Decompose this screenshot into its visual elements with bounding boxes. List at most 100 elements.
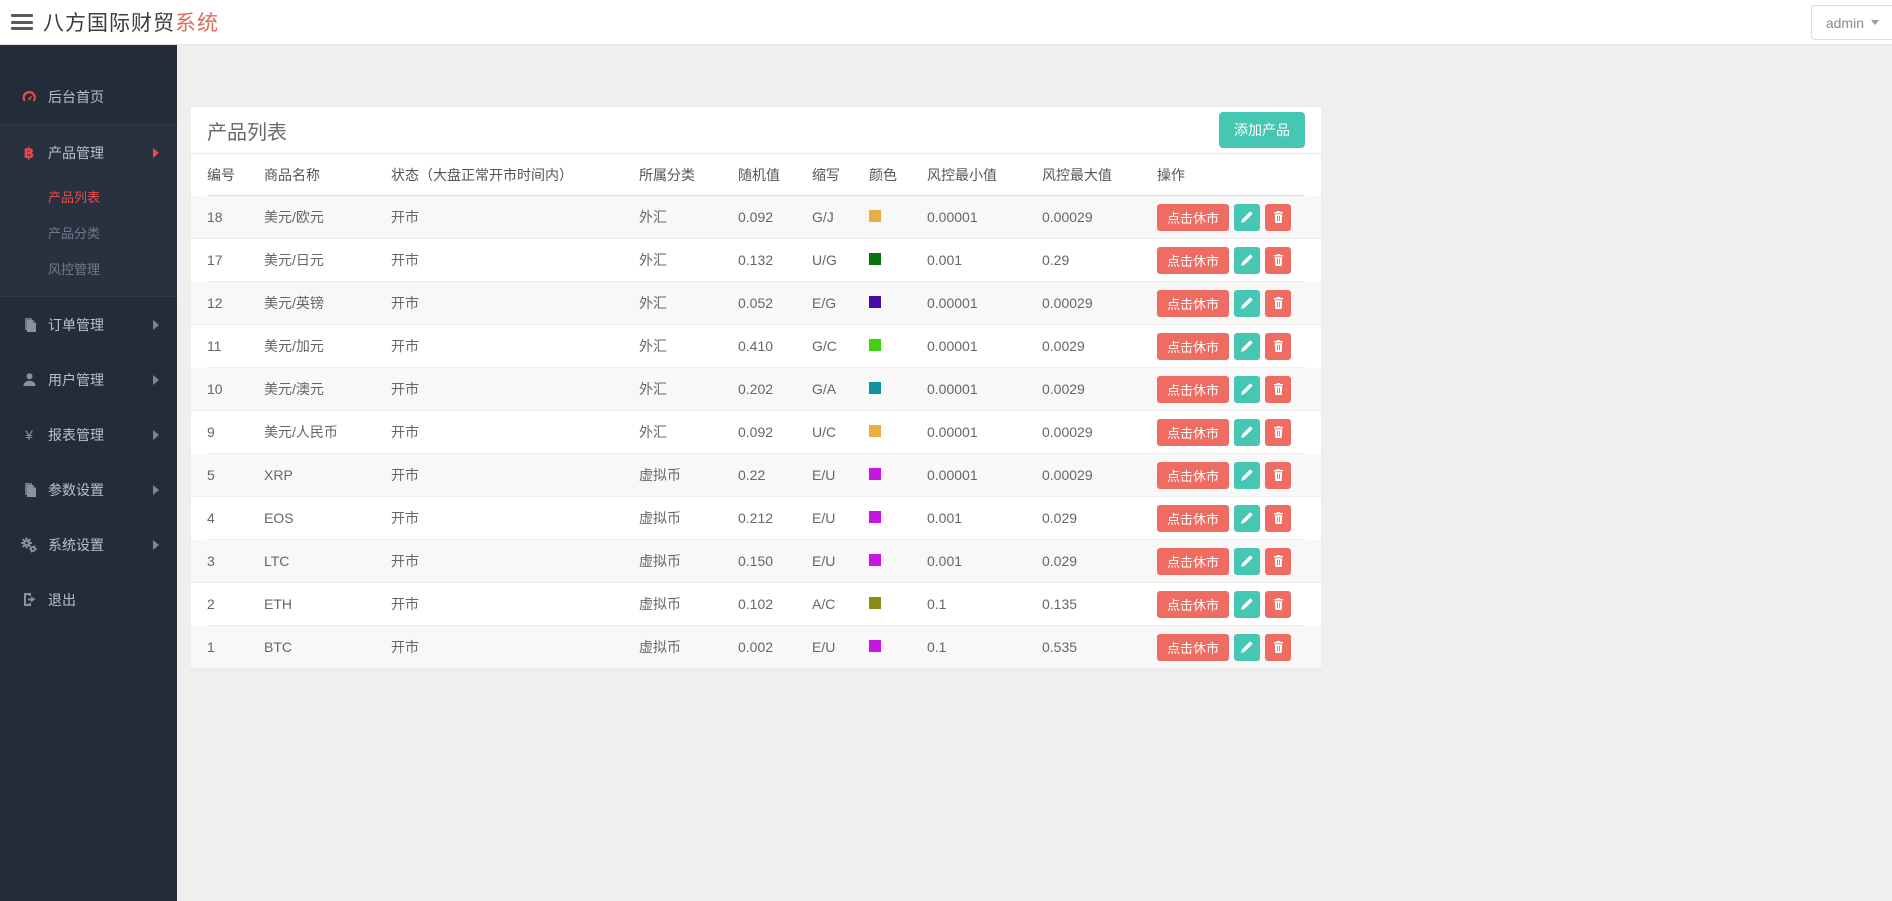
delete-button[interactable]	[1265, 332, 1292, 360]
gears-icon	[18, 537, 40, 553]
chevron-right-icon	[153, 539, 159, 550]
close-market-button[interactable]: 点击休市	[1157, 547, 1230, 575]
row-actions: 点击休市	[1157, 461, 1305, 489]
close-market-button[interactable]: 点击休市	[1157, 504, 1230, 532]
delete-button[interactable]	[1265, 461, 1292, 489]
trash-icon	[1273, 297, 1283, 309]
product-status: 开市	[391, 467, 419, 483]
sidebar-item-dashboard[interactable]: 后台首页	[0, 69, 177, 124]
close-market-button[interactable]: 点击休市	[1157, 633, 1230, 661]
chevron-right-icon	[153, 147, 159, 158]
close-market-button[interactable]: 点击休市	[1157, 375, 1230, 403]
table-row: 9 美元/人民币 开市 外汇 0.092 U/C 0.00001 0.00029…	[207, 411, 1305, 454]
risk-max-value: 0.00029	[1042, 295, 1093, 311]
table-row: 2 ETH 开市 虚拟币 0.102 A/C 0.1 0.135 点击休市	[207, 583, 1305, 626]
sidebar-item-parameters[interactable]: 参数设置	[0, 462, 177, 517]
risk-max-value: 0.00029	[1042, 209, 1093, 225]
sidebar-item-product-management[interactable]: ฿ 产品管理	[0, 125, 177, 180]
delete-button[interactable]	[1265, 203, 1292, 231]
trash-icon	[1273, 340, 1283, 352]
hamburger-menu-icon[interactable]	[11, 14, 33, 30]
close-market-button[interactable]: 点击休市	[1157, 590, 1230, 618]
random-value: 0.150	[738, 553, 774, 569]
close-market-button[interactable]: 点击休市	[1157, 418, 1230, 446]
product-category: 外汇	[639, 381, 667, 397]
product-status: 开市	[391, 338, 419, 354]
product-id: 11	[207, 338, 222, 354]
trash-icon	[1273, 555, 1283, 567]
edit-button[interactable]	[1234, 289, 1261, 317]
edit-button[interactable]	[1234, 332, 1261, 360]
product-status: 开市	[391, 252, 419, 268]
sidebar-item-users[interactable]: 用户管理	[0, 352, 177, 407]
product-name: 美元/人民币	[264, 424, 338, 440]
sidebar-item-label: 用户管理	[48, 371, 104, 388]
delete-button[interactable]	[1265, 418, 1292, 446]
sidebar-item-label: 订单管理	[48, 316, 104, 333]
close-market-button[interactable]: 点击休市	[1157, 246, 1230, 274]
product-status: 开市	[391, 510, 419, 526]
row-actions: 点击休市	[1157, 246, 1305, 274]
abbreviation: E/U	[812, 510, 836, 526]
risk-min-value: 0.00001	[927, 209, 978, 225]
risk-min-value: 0.001	[927, 252, 963, 268]
chevron-right-icon	[153, 429, 159, 440]
delete-button[interactable]	[1265, 375, 1292, 403]
risk-min-value: 0.001	[927, 553, 963, 569]
delete-button[interactable]	[1265, 547, 1292, 575]
pencil-icon	[1241, 297, 1253, 309]
delete-button[interactable]	[1265, 590, 1292, 618]
edit-button[interactable]	[1234, 633, 1261, 661]
edit-button[interactable]	[1234, 590, 1261, 618]
delete-button[interactable]	[1265, 633, 1292, 661]
edit-button[interactable]	[1234, 461, 1261, 489]
delete-button[interactable]	[1265, 504, 1292, 532]
sidebar-subitem-product-category[interactable]: 产品分类	[0, 216, 177, 252]
color-swatch	[869, 253, 881, 265]
sidebar-item-system-settings[interactable]: 系统设置	[0, 517, 177, 572]
delete-button[interactable]	[1265, 246, 1292, 274]
random-value: 0.202	[738, 381, 774, 397]
table-row: 4 EOS 开市 虚拟币 0.212 E/U 0.001 0.029 点击休市	[207, 497, 1305, 540]
risk-min-value: 0.1	[927, 639, 947, 655]
pencil-icon	[1241, 598, 1253, 610]
sidebar-item-orders[interactable]: 订单管理	[0, 297, 177, 352]
sidebar-item-logout[interactable]: 退出	[0, 572, 177, 627]
sidebar-subitem-risk-management[interactable]: 风控管理	[0, 252, 177, 288]
add-product-button[interactable]: 添加产品	[1219, 112, 1305, 148]
color-swatch	[869, 210, 881, 222]
product-id: 5	[207, 467, 215, 483]
brand-accent: 系统	[175, 12, 219, 35]
table-row: 3 LTC 开市 虚拟币 0.150 E/U 0.001 0.029 点击休市	[191, 540, 1321, 583]
random-value: 0.002	[738, 639, 774, 655]
product-list-card: 产品列表 添加产品 编号 商品名称 状态（大盘正常开市时间内） 所属分类 随机值…	[190, 106, 1322, 670]
sidebar-subitem-product-list[interactable]: 产品列表	[0, 180, 177, 216]
edit-button[interactable]	[1234, 547, 1261, 575]
row-actions: 点击休市	[1157, 504, 1305, 532]
close-market-button[interactable]: 点击休市	[1157, 289, 1230, 317]
delete-button[interactable]	[1265, 289, 1292, 317]
close-market-button[interactable]: 点击休市	[1157, 461, 1230, 489]
abbreviation: G/A	[812, 381, 837, 397]
sidebar-item-reports[interactable]: ¥ 报表管理	[0, 407, 177, 462]
random-value: 0.102	[738, 596, 774, 612]
close-market-button[interactable]: 点击休市	[1157, 332, 1230, 360]
product-id: 1	[207, 639, 215, 655]
trash-icon	[1273, 254, 1283, 266]
edit-button[interactable]	[1234, 504, 1261, 532]
random-value: 0.092	[738, 424, 774, 440]
product-category: 虚拟币	[639, 467, 681, 483]
pencil-icon	[1241, 254, 1253, 266]
edit-button[interactable]	[1234, 246, 1261, 274]
edit-button[interactable]	[1234, 418, 1261, 446]
pencil-icon	[1241, 340, 1253, 352]
edit-button[interactable]	[1234, 375, 1261, 403]
risk-min-value: 0.00001	[927, 381, 978, 397]
edit-button[interactable]	[1234, 203, 1261, 231]
row-actions: 点击休市	[1157, 590, 1305, 618]
pencil-icon	[1241, 383, 1253, 395]
abbreviation: E/U	[812, 639, 836, 655]
user-dropdown[interactable]: admin	[1810, 5, 1892, 40]
column-header: 随机值	[738, 166, 780, 183]
close-market-button[interactable]: 点击休市	[1157, 203, 1230, 231]
